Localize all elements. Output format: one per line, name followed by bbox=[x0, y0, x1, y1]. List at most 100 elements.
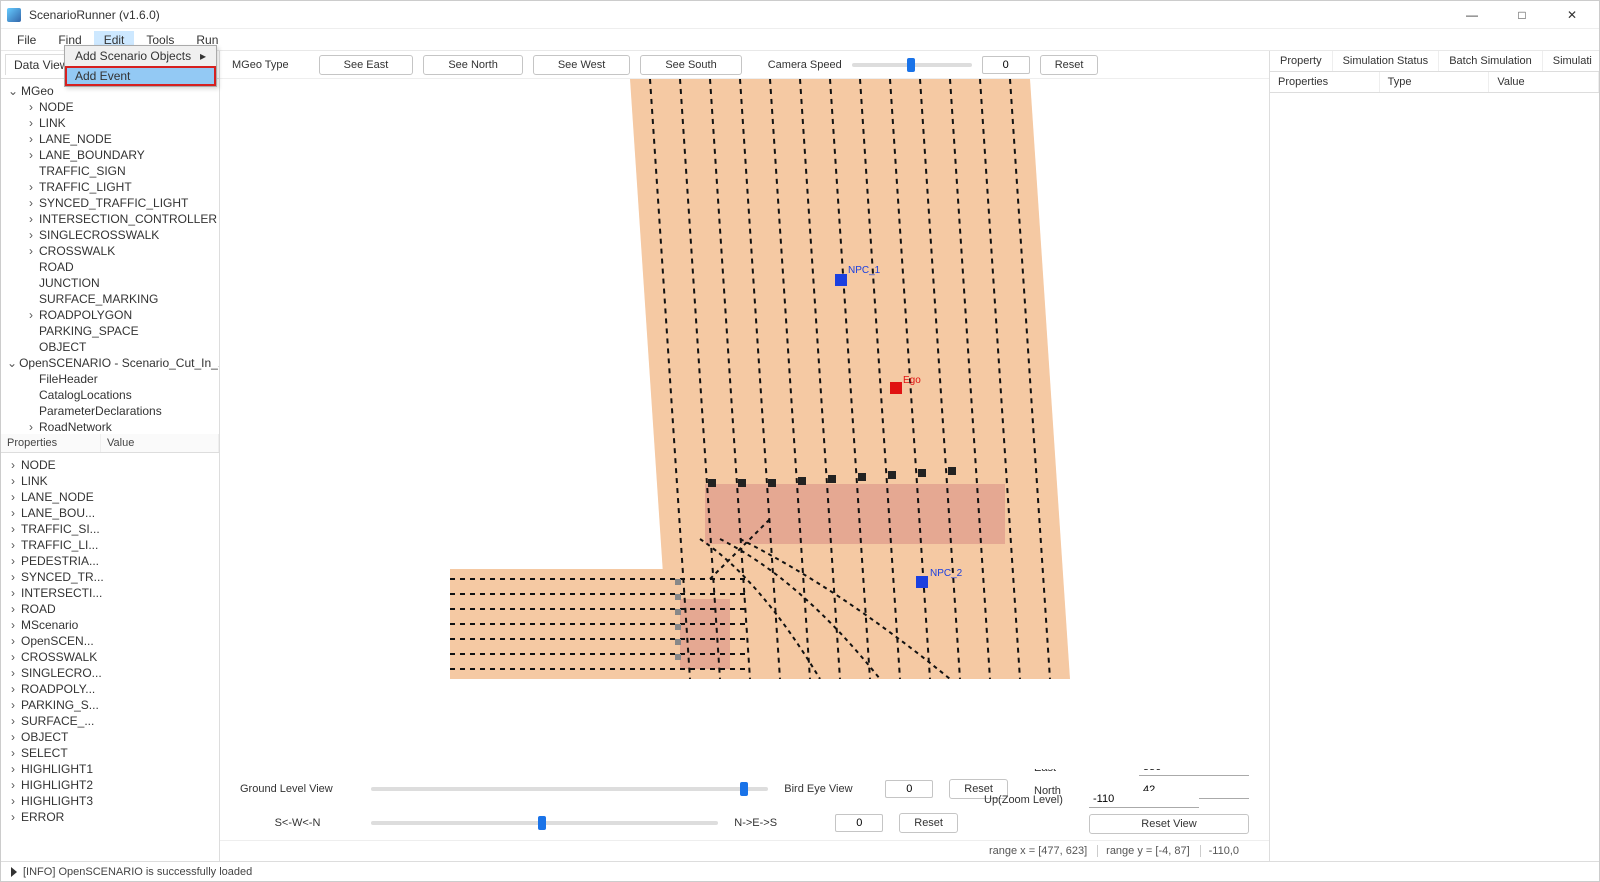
marker-ego[interactable] bbox=[890, 382, 902, 394]
props-item[interactable]: ›ROAD bbox=[1, 601, 219, 617]
props-item[interactable]: ›LINK bbox=[1, 473, 219, 489]
props-label: OBJECT bbox=[21, 730, 68, 744]
reset-view-button[interactable]: Reset View bbox=[1089, 814, 1249, 834]
tree-item[interactable]: ⌄OpenSCENARIO - Scenario_Cut_In_1 bbox=[1, 355, 219, 371]
data-tree[interactable]: ⌄MGeo›NODE›LINK›LANE_NODE›LANE_BOUNDARYT… bbox=[1, 79, 219, 434]
tree-item[interactable]: ›LANE_NODE bbox=[1, 131, 219, 147]
props-item[interactable]: ›LANE_NODE bbox=[1, 489, 219, 505]
camera-reset-button[interactable]: Reset bbox=[1040, 55, 1099, 75]
tree-twisty-icon: › bbox=[7, 458, 19, 472]
tab-simulation-truncated[interactable]: Simulati bbox=[1543, 51, 1599, 71]
marker-npc2[interactable] bbox=[916, 576, 928, 588]
close-button[interactable]: ✕ bbox=[1551, 3, 1593, 27]
road-network-render bbox=[450, 79, 1070, 679]
tree-item[interactable]: ›TRAFFIC_LIGHT bbox=[1, 179, 219, 195]
tree-item[interactable]: ParameterDeclarations bbox=[1, 403, 219, 419]
tree-item[interactable]: ›SYNCED_TRAFFIC_LIGHT bbox=[1, 195, 219, 211]
nes-reset-button[interactable]: Reset bbox=[899, 813, 958, 833]
tab-property[interactable]: Property bbox=[1270, 51, 1333, 71]
props-label: PEDESTRIA... bbox=[21, 554, 99, 568]
tree-item[interactable]: JUNCTION bbox=[1, 275, 219, 291]
range-status: range x = [477, 623] range y = [-4, 87] … bbox=[220, 840, 1269, 861]
ground-view-slider[interactable] bbox=[371, 787, 768, 791]
props-item[interactable]: ›LANE_BOU... bbox=[1, 505, 219, 521]
tree-item[interactable]: OBJECT bbox=[1, 339, 219, 355]
menu-item-label: Add Event bbox=[75, 69, 130, 83]
bird-view-value[interactable] bbox=[885, 780, 933, 798]
see-west-button[interactable]: See West bbox=[533, 55, 631, 75]
tree-item[interactable]: ›CROSSWALK bbox=[1, 243, 219, 259]
camera-speed-value[interactable] bbox=[982, 56, 1030, 74]
props-item[interactable]: ›HIGHLIGHT1 bbox=[1, 761, 219, 777]
tree-twisty-icon: › bbox=[7, 762, 19, 776]
props-item[interactable]: ›HIGHLIGHT2 bbox=[1, 777, 219, 793]
up-zoom-input[interactable] bbox=[1089, 791, 1199, 808]
props-item[interactable]: ›PEDESTRIA... bbox=[1, 553, 219, 569]
prop-col-type: Type bbox=[1380, 72, 1490, 92]
prop-col-properties: Properties bbox=[1270, 72, 1380, 92]
props-item[interactable]: ›PARKING_S... bbox=[1, 697, 219, 713]
edit-dropdown: Add Scenario Objects ▸ Add Event bbox=[64, 45, 217, 87]
nes-value[interactable] bbox=[835, 814, 883, 832]
props-item[interactable]: ›HIGHLIGHT3 bbox=[1, 793, 219, 809]
props-item[interactable]: ›ROADPOLY... bbox=[1, 681, 219, 697]
minimize-button[interactable]: — bbox=[1451, 3, 1493, 27]
props-label: ROAD bbox=[21, 602, 56, 616]
tree-label: PARKING_SPACE bbox=[39, 324, 139, 338]
see-east-button[interactable]: See East bbox=[319, 55, 414, 75]
tree-item[interactable]: ›INTERSECTION_CONTROLLER bbox=[1, 211, 219, 227]
tree-item[interactable]: ›ROADPOLYGON bbox=[1, 307, 219, 323]
swn-slider[interactable] bbox=[371, 821, 718, 825]
props-item[interactable]: ›TRAFFIC_LI... bbox=[1, 537, 219, 553]
props-item[interactable]: ›OBJECT bbox=[1, 729, 219, 745]
tree-item[interactable]: ›LANE_BOUNDARY bbox=[1, 147, 219, 163]
menu-file[interactable]: File bbox=[7, 31, 46, 49]
tree-item[interactable]: SURFACE_MARKING bbox=[1, 291, 219, 307]
main-area: MGeo Type See East See North See West Se… bbox=[220, 51, 1599, 861]
props-item[interactable]: ›OpenSCEN... bbox=[1, 633, 219, 649]
props-label: NODE bbox=[21, 458, 56, 472]
tree-twisty-icon: › bbox=[7, 810, 19, 824]
tree-item[interactable]: ›LINK bbox=[1, 115, 219, 131]
tree-item[interactable]: ROAD bbox=[1, 259, 219, 275]
menu-add-event[interactable]: Add Event bbox=[65, 66, 216, 86]
menu-add-scenario-objects[interactable]: Add Scenario Objects ▸ bbox=[65, 46, 216, 66]
tree-label: LANE_NODE bbox=[39, 132, 112, 146]
props-item[interactable]: ›SINGLECRO... bbox=[1, 665, 219, 681]
tree-twisty-icon: ⌄ bbox=[7, 84, 19, 98]
tree-item[interactable]: ›NODE bbox=[1, 99, 219, 115]
camera-speed-slider[interactable] bbox=[852, 63, 972, 67]
tree-twisty-icon: › bbox=[7, 506, 19, 520]
tree-label: CROSSWALK bbox=[39, 244, 115, 258]
tab-simulation-status[interactable]: Simulation Status bbox=[1333, 51, 1440, 71]
marker-npc1[interactable] bbox=[835, 274, 847, 286]
props-item[interactable]: ›INTERSECTI... bbox=[1, 585, 219, 601]
props-item[interactable]: ›NODE bbox=[1, 457, 219, 473]
properties-tree[interactable]: ›NODE›LINK›LANE_NODE›LANE_BOU...›TRAFFIC… bbox=[1, 453, 219, 861]
props-item[interactable]: ›SYNCED_TR... bbox=[1, 569, 219, 585]
tree-item[interactable]: FileHeader bbox=[1, 371, 219, 387]
props-item[interactable]: ›SELECT bbox=[1, 745, 219, 761]
tree-item[interactable]: ›SINGLECROSSWALK bbox=[1, 227, 219, 243]
tree-item[interactable]: PARKING_SPACE bbox=[1, 323, 219, 339]
tree-twisty-icon: › bbox=[25, 180, 37, 194]
status-arrow-icon bbox=[11, 867, 17, 877]
tree-label: CatalogLocations bbox=[39, 388, 132, 402]
tree-item[interactable]: TRAFFIC_SIGN bbox=[1, 163, 219, 179]
tree-item[interactable]: ›RoadNetwork bbox=[1, 419, 219, 434]
props-label: TRAFFIC_SI... bbox=[21, 522, 100, 536]
tab-batch-simulation[interactable]: Batch Simulation bbox=[1439, 51, 1543, 71]
tree-item[interactable]: CatalogLocations bbox=[1, 387, 219, 403]
props-item[interactable]: ›TRAFFIC_SI... bbox=[1, 521, 219, 537]
viewport-3d[interactable]: NPC_1 Ego NPC_2 bbox=[220, 79, 1269, 769]
props-item[interactable]: ›MScenario bbox=[1, 617, 219, 633]
marker-npc2-label: NPC_2 bbox=[930, 568, 962, 579]
see-north-button[interactable]: See North bbox=[423, 55, 523, 75]
props-item[interactable]: ›ERROR bbox=[1, 809, 219, 825]
props-item[interactable]: ›SURFACE_... bbox=[1, 713, 219, 729]
maximize-button[interactable]: □ bbox=[1501, 3, 1543, 27]
props-label: SINGLECRO... bbox=[21, 666, 102, 680]
props-item[interactable]: ›CROSSWALK bbox=[1, 649, 219, 665]
see-south-button[interactable]: See South bbox=[640, 55, 741, 75]
tree-label: SYNCED_TRAFFIC_LIGHT bbox=[39, 196, 188, 210]
